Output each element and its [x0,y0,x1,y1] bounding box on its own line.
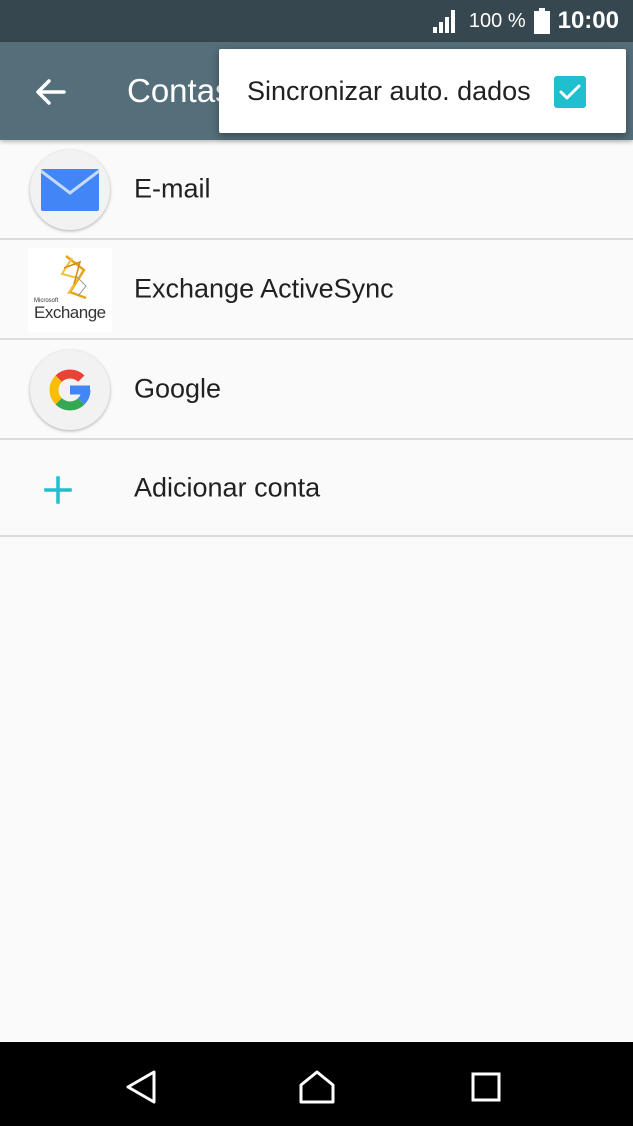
battery-icon [533,8,550,34]
signal-icon [432,9,459,33]
nav-back-button[interactable] [116,1062,166,1112]
add-account-label: Adicionar conta [134,472,321,502]
page-title: Contas [127,72,232,109]
sync-menu-item[interactable]: Sincronizar auto. dados [219,49,626,133]
nav-recents-button[interactable] [461,1062,511,1112]
add-account-button[interactable]: Adicionar conta [0,440,633,537]
sync-checkbox[interactable] [554,76,586,108]
recents-nav-icon [471,1072,501,1102]
exchange-logo: Microsoft Exchange [28,248,112,332]
back-nav-icon [126,1070,156,1104]
plus-icon [18,450,98,530]
google-icon [30,350,110,430]
clock: 10:00 [557,7,619,34]
back-button[interactable] [26,68,74,116]
account-label-exchange: Exchange ActiveSync [134,273,394,304]
arrow-back-icon [36,79,66,105]
sync-label: Sincronizar auto. dados [247,75,531,106]
home-nav-icon [299,1070,335,1104]
account-item-exchange[interactable]: Microsoft Exchange Exchange ActiveSync [0,240,633,340]
status-bar: 100 % 10:00 [0,0,633,42]
nav-home-button[interactable] [292,1062,342,1112]
account-list: E-mail Microsoft Exchange Exchange Activ… [0,140,633,537]
navigation-bar [0,1042,633,1126]
account-label-google: Google [134,373,222,404]
account-label-email: E-mail [134,173,211,204]
exchange-product-text: Exchange [34,303,106,322]
checkmark-icon [559,84,581,100]
account-item-google[interactable]: Google [0,340,633,440]
battery-percent: 100 % [468,9,526,32]
email-icon [30,150,110,230]
account-item-email[interactable]: E-mail [0,140,633,240]
